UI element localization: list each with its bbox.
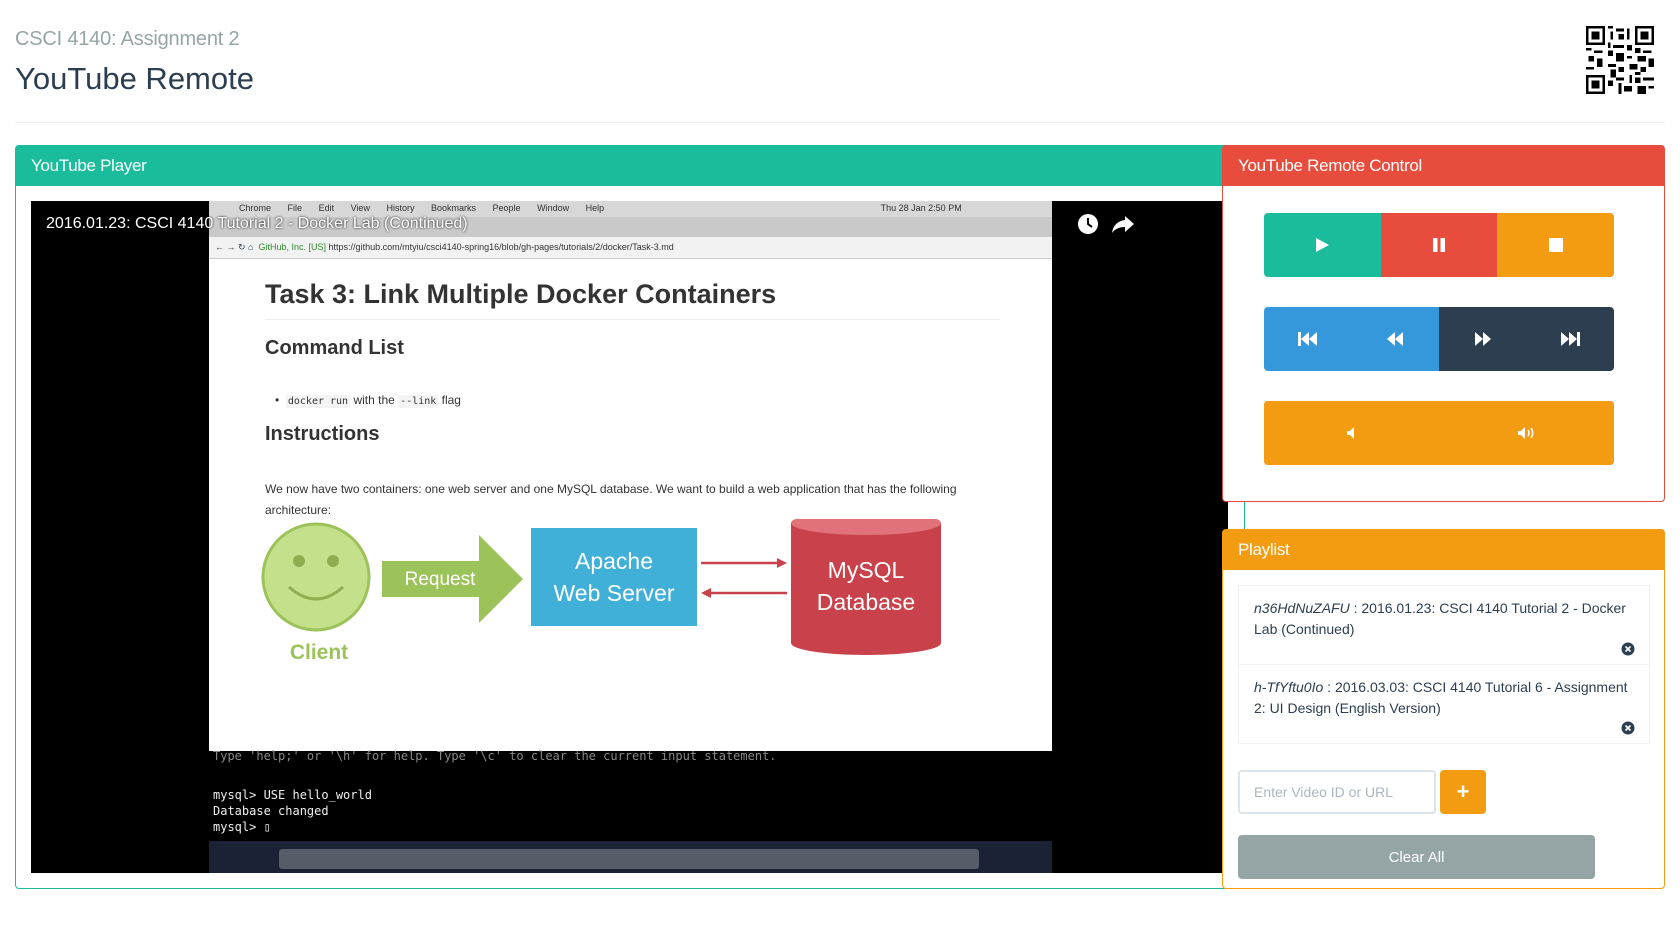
- rewind-button[interactable]: [1351, 307, 1439, 371]
- browser-url: https://github.com/mtyiu/csci4140-spring…: [328, 242, 674, 252]
- doc-code: docker run: [285, 395, 351, 408]
- doc-heading-command-list: Command List: [265, 337, 404, 359]
- doc-bullet: • docker run with the --link flag: [275, 393, 461, 408]
- remove-item-icon[interactable]: [1621, 642, 1635, 656]
- stop-icon: [1548, 238, 1563, 252]
- header-divider: [15, 122, 1665, 123]
- diagram-request-label: Request: [405, 569, 476, 590]
- remove-item-icon[interactable]: [1621, 721, 1635, 735]
- menubar-item: Bookmarks: [431, 203, 477, 213]
- doc-code: --link: [398, 395, 439, 408]
- volume-up-button[interactable]: [1439, 401, 1614, 465]
- video-title[interactable]: 2016.01.23: CSCI 4140 Tutorial 2 - Docke…: [46, 215, 468, 233]
- browser-address-bar: ← → ↻ ⌂ GitHub, Inc. [US] https://github…: [209, 237, 1052, 259]
- previous-button[interactable]: [1264, 307, 1352, 371]
- pause-button[interactable]: [1380, 213, 1498, 277]
- rewind-icon: [1387, 332, 1404, 346]
- doc-title: Task 3: Link Multiple Docker Containers: [265, 279, 777, 309]
- doc-page: Task 3: Link Multiple Docker Containers …: [209, 259, 1052, 751]
- playlist-item[interactable]: n36HdNuZAFU : 2016.01.23: CSCI 4140 Tuto…: [1238, 585, 1650, 665]
- player-panel-heading: YouTube Player: [16, 146, 1244, 186]
- playlist-item-id: h-TfYftu0Io: [1254, 679, 1324, 695]
- menubar-item: Chrome: [239, 203, 272, 213]
- remote-control-panel: YouTube Remote Control: [1222, 145, 1665, 502]
- menubar-item: File: [287, 203, 303, 213]
- arrow-right-icon: [777, 558, 787, 568]
- page-header: CSCI 4140: Assignment 2 YouTube Remote: [15, 28, 254, 97]
- skip-forward-icon: [1561, 332, 1581, 346]
- mac-dock: [279, 849, 979, 869]
- video-frame-screen: Chrome File Edit View History Bookmarks …: [209, 201, 1052, 873]
- menubar-clock: Thu 28 Jan 2:50 PM: [880, 203, 962, 213]
- doc-text: with the: [353, 393, 395, 407]
- page-title: YouTube Remote: [15, 61, 254, 96]
- terminal-line: mysql> USE hello_world: [213, 788, 372, 802]
- fast-forward-icon: [1474, 332, 1491, 346]
- client-smiley-icon: [261, 522, 371, 632]
- qr-code-icon: [1586, 26, 1654, 94]
- diagram-server-line2: Web Server: [553, 580, 674, 606]
- menubar-item: Help: [585, 203, 605, 213]
- video-id-input[interactable]: [1238, 770, 1436, 814]
- seek-button-group: [1264, 307, 1614, 371]
- doc-divider: [265, 319, 1000, 320]
- menubar-item: Edit: [318, 203, 335, 213]
- menubar-item: Window: [537, 203, 570, 213]
- stop-button[interactable]: [1497, 213, 1614, 277]
- volume-down-button[interactable]: [1264, 401, 1439, 465]
- fast-forward-button[interactable]: [1439, 307, 1527, 371]
- share-icon[interactable]: [1111, 213, 1135, 235]
- page-subtitle: CSCI 4140: Assignment 2: [15, 28, 240, 50]
- doc-paragraph: We now have two containers: one web serv…: [265, 482, 957, 517]
- terminal-window: Type 'help;' or '\h' for help. Type '\c'…: [209, 749, 1052, 841]
- nav-arrows-icon: ← → ↻ ⌂: [215, 242, 254, 252]
- clear-all-button[interactable]: Clear All: [1238, 835, 1595, 879]
- terminal-line: mysql> ▯: [213, 820, 271, 834]
- volume-button-group: [1264, 401, 1614, 465]
- playlist-panel-heading: Playlist: [1223, 530, 1664, 570]
- next-button[interactable]: [1526, 307, 1614, 371]
- diagram-db-line2: Database: [817, 589, 915, 615]
- add-video-button[interactable]: +: [1440, 770, 1486, 814]
- secure-label: GitHub, Inc. [US]: [258, 242, 327, 252]
- playlist-item-separator: :: [1349, 600, 1362, 616]
- playlist-item[interactable]: h-TfYftu0Io : 2016.03.03: CSCI 4140 Tuto…: [1238, 664, 1650, 744]
- playback-button-group: [1264, 213, 1614, 277]
- web-server-box: [531, 528, 697, 626]
- doc-heading-instructions: Instructions: [265, 423, 380, 445]
- terminal-line: Database changed: [213, 804, 329, 818]
- diagram-server-line1: Apache: [575, 548, 653, 574]
- playlist-item-id: n36HdNuZAFU: [1254, 600, 1350, 616]
- watch-later-icon[interactable]: [1077, 213, 1099, 235]
- doc-text: flag: [441, 393, 461, 407]
- menubar-item: View: [350, 203, 370, 213]
- volume-up-icon: [1517, 427, 1534, 439]
- terminal-line: Type 'help;' or '\h' for help. Type '\c'…: [213, 749, 777, 763]
- volume-down-icon: [1346, 427, 1354, 439]
- youtube-video-embed[interactable]: Chrome File Edit View History Bookmarks …: [31, 201, 1228, 873]
- menubar-item: People: [492, 203, 521, 213]
- diagram-db-line1: MySQL: [828, 557, 905, 583]
- play-icon: [1316, 238, 1330, 252]
- play-button[interactable]: [1264, 213, 1381, 277]
- arrow-left-icon: [701, 588, 711, 598]
- youtube-player-panel: YouTube Player Chrome File Edit View His…: [15, 145, 1245, 889]
- database-cylinder-icon: [791, 519, 941, 655]
- diagram-client-label: Client: [290, 641, 348, 664]
- pause-icon: [1433, 238, 1445, 252]
- remote-panel-heading: YouTube Remote Control: [1223, 146, 1664, 186]
- architecture-diagram: Client Request Apache Web Server MySQL D…: [261, 519, 941, 664]
- playlist-panel: Playlist n36HdNuZAFU : 2016.01.23: CSCI …: [1222, 529, 1665, 889]
- playlist-item-separator: :: [1323, 679, 1335, 695]
- menubar-item: History: [386, 203, 415, 213]
- skip-back-icon: [1297, 332, 1317, 346]
